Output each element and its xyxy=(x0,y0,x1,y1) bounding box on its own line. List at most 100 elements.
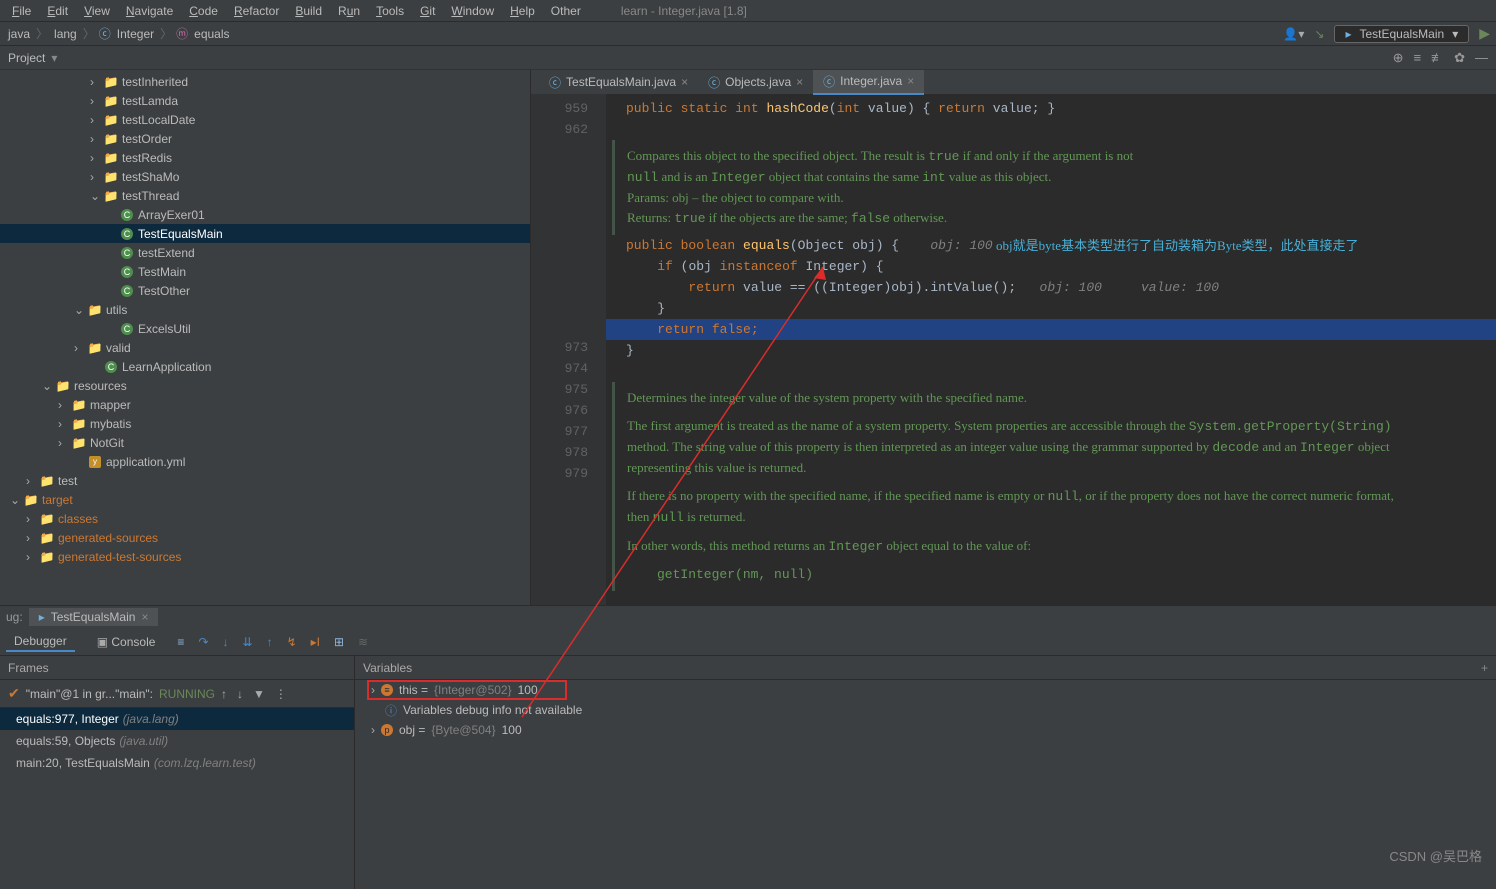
project-title[interactable]: Project xyxy=(8,51,45,65)
drop-frame-icon[interactable]: ↯ xyxy=(287,635,297,649)
watermark: CSDN @吴巴格 xyxy=(1389,846,1482,865)
menu-help[interactable]: Help xyxy=(504,3,541,19)
menu-code[interactable]: Code xyxy=(183,3,224,19)
step-over-icon[interactable]: ↷ xyxy=(198,635,208,649)
tree-item[interactable]: ›📁classes xyxy=(0,509,530,528)
run-button[interactable]: ▶ xyxy=(1479,25,1490,42)
inline-annotation: obj就是byte基本类型进行了自动装箱为Byte类型，此处直接走了 xyxy=(996,235,1359,256)
select-opened-icon[interactable]: ⊕ xyxy=(1393,50,1404,66)
frames-panel: Frames ✔"main"@1 in gr..."main": RUNNING… xyxy=(0,656,355,889)
menu-edit[interactable]: Edit xyxy=(41,3,74,19)
tree-item[interactable]: ›📁mapper xyxy=(0,395,530,414)
console-tab[interactable]: ▣ Console xyxy=(89,633,164,651)
menu-git[interactable]: Git xyxy=(414,3,441,19)
window-title: learn - Integer.java [1.8] xyxy=(621,4,747,18)
stack-frame[interactable]: equals:977, Integer (java.lang) xyxy=(0,708,354,730)
tree-item[interactable]: CExcelsUtil xyxy=(0,319,530,338)
user-icon[interactable]: 👤▾ xyxy=(1283,27,1304,41)
debug-toolwindow: ug: ▸TestEqualsMain× Debugger ▣ Console … xyxy=(0,605,1496,889)
tree-item[interactable]: ›📁testLocalDate xyxy=(0,110,530,129)
tree-item[interactable]: ›📁test xyxy=(0,471,530,490)
run-to-cursor-icon[interactable]: ▸I xyxy=(311,635,320,649)
tree-item[interactable]: yapplication.yml xyxy=(0,452,530,471)
menu-tools[interactable]: Tools xyxy=(370,3,410,19)
menu-window[interactable]: Window xyxy=(445,3,500,19)
editor-tab[interactable]: ⓒObjects.java× xyxy=(698,71,813,94)
tree-item[interactable]: CLearnApplication xyxy=(0,357,530,376)
crumb-equals[interactable]: equals xyxy=(192,27,231,41)
menu-navigate[interactable]: Navigate xyxy=(120,3,179,19)
hammer-icon[interactable]: ↘ xyxy=(1314,27,1324,41)
editor-tab[interactable]: ⓒTestEqualsMain.java× xyxy=(539,71,698,94)
trace-icon[interactable]: ≋ xyxy=(358,635,368,649)
tree-item[interactable]: ›📁testLamda xyxy=(0,91,530,110)
expand-icon[interactable]: ≡ xyxy=(1414,50,1422,66)
close-tab-icon[interactable]: × xyxy=(907,74,914,88)
run-config-dropdown[interactable]: ▸TestEqualsMain▾ xyxy=(1334,25,1469,43)
crumb-java[interactable]: java xyxy=(6,27,32,41)
debug-session-tab[interactable]: ▸TestEqualsMain× xyxy=(29,608,159,626)
force-step-icon[interactable]: ⇊ xyxy=(243,635,253,649)
gutter: 959962973974975976977978979 xyxy=(531,94,606,605)
tree-item[interactable]: ⌄📁resources xyxy=(0,376,530,395)
tree-item[interactable]: ›📁mybatis xyxy=(0,414,530,433)
frames-title: Frames xyxy=(8,661,49,675)
variable-row[interactable]: ›pobj = {Byte@504} 100 xyxy=(355,720,1496,740)
step-icon[interactable]: ≡ xyxy=(177,635,184,649)
tree-item[interactable]: ⌄📁testThread xyxy=(0,186,530,205)
breadcrumbs: java〉 lang〉 ⓒInteger〉 ⓜequals xyxy=(6,25,232,42)
menu-build[interactable]: Build xyxy=(289,3,328,19)
thread-selector[interactable]: ✔"main"@1 in gr..."main": RUNNING ↑↓▼⋮ xyxy=(0,680,354,708)
variables-title: Variables xyxy=(363,661,412,675)
editor-tab[interactable]: ⓒInteger.java× xyxy=(813,70,924,95)
menu-bar: File Edit View Navigate Code Refactor Bu… xyxy=(0,0,1496,22)
tree-item[interactable]: ›📁testOrder xyxy=(0,129,530,148)
menu-file[interactable]: File xyxy=(6,3,37,19)
collapse-icon[interactable]: ≢ xyxy=(1431,50,1444,66)
tree-item[interactable]: ›📁NotGit xyxy=(0,433,530,452)
highlight-box xyxy=(367,680,567,700)
menu-view[interactable]: View xyxy=(78,3,116,19)
crumb-lang[interactable]: lang xyxy=(52,27,79,41)
tree-item[interactable]: ⌄📁utils xyxy=(0,300,530,319)
filter-icon[interactable]: ▼ xyxy=(253,687,265,701)
tree-item[interactable]: CArrayExer01 xyxy=(0,205,530,224)
stack-frame[interactable]: equals:59, Objects (java.util) xyxy=(0,730,354,752)
variable-row[interactable]: ⓘVariables debug info not available xyxy=(355,700,1496,720)
prev-frame-icon[interactable]: ↑ xyxy=(221,687,227,701)
tree-item[interactable]: ›📁generated-test-sources xyxy=(0,547,530,566)
step-out-icon[interactable]: ↑ xyxy=(267,635,273,649)
menu-other[interactable]: Other xyxy=(545,3,587,19)
tree-item[interactable]: CTestMain xyxy=(0,262,530,281)
next-frame-icon[interactable]: ↓ xyxy=(237,687,243,701)
menu-refactor[interactable]: Refactor xyxy=(228,3,285,19)
debugger-tab[interactable]: Debugger xyxy=(6,632,75,652)
tree-item[interactable]: ›📁valid xyxy=(0,338,530,357)
evaluate-icon[interactable]: ⊞ xyxy=(334,635,344,649)
tree-item[interactable]: ›📁testShaMo xyxy=(0,167,530,186)
editor-tabs: ⓒTestEqualsMain.java×ⓒObjects.java×ⓒInte… xyxy=(531,70,1496,94)
tree-item[interactable]: CTestOther xyxy=(0,281,530,300)
tree-item[interactable]: ⌄📁target xyxy=(0,490,530,509)
editor-area: ⓒTestEqualsMain.java×ⓒObjects.java×ⓒInte… xyxy=(531,70,1496,605)
project-tree: ›📁testInherited›📁testLamda›📁testLocalDat… xyxy=(0,70,531,605)
stack-frame[interactable]: main:20, TestEqualsMain (com.lzq.learn.t… xyxy=(0,752,354,774)
tree-item[interactable]: ›📁generated-sources xyxy=(0,528,530,547)
hide-icon[interactable]: — xyxy=(1475,50,1488,66)
current-execution-line: return false; xyxy=(606,319,1496,340)
source[interactable]: public static int hashCode(int value) { … xyxy=(606,94,1496,605)
code-editor[interactable]: 959962973974975976977978979 public stati… xyxy=(531,94,1496,605)
settings-icon[interactable]: ✿ xyxy=(1454,50,1465,66)
tree-item[interactable]: CtestExtend xyxy=(0,243,530,262)
tree-item[interactable]: CTestEqualsMain xyxy=(0,224,530,243)
step-into-icon[interactable]: ↓ xyxy=(223,635,229,649)
variable-row[interactable]: ›≡this = {Integer@502} 100 xyxy=(355,680,1496,700)
debug-label: ug: xyxy=(6,610,29,624)
menu-run[interactable]: Run xyxy=(332,3,366,19)
tree-item[interactable]: ›📁testRedis xyxy=(0,148,530,167)
close-tab-icon[interactable]: × xyxy=(796,75,803,89)
navigation-bar: java〉 lang〉 ⓒInteger〉 ⓜequals 👤▾ ↘ ▸Test… xyxy=(0,22,1496,46)
crumb-integer[interactable]: Integer xyxy=(115,27,156,41)
close-tab-icon[interactable]: × xyxy=(681,75,688,89)
tree-item[interactable]: ›📁testInherited xyxy=(0,72,530,91)
